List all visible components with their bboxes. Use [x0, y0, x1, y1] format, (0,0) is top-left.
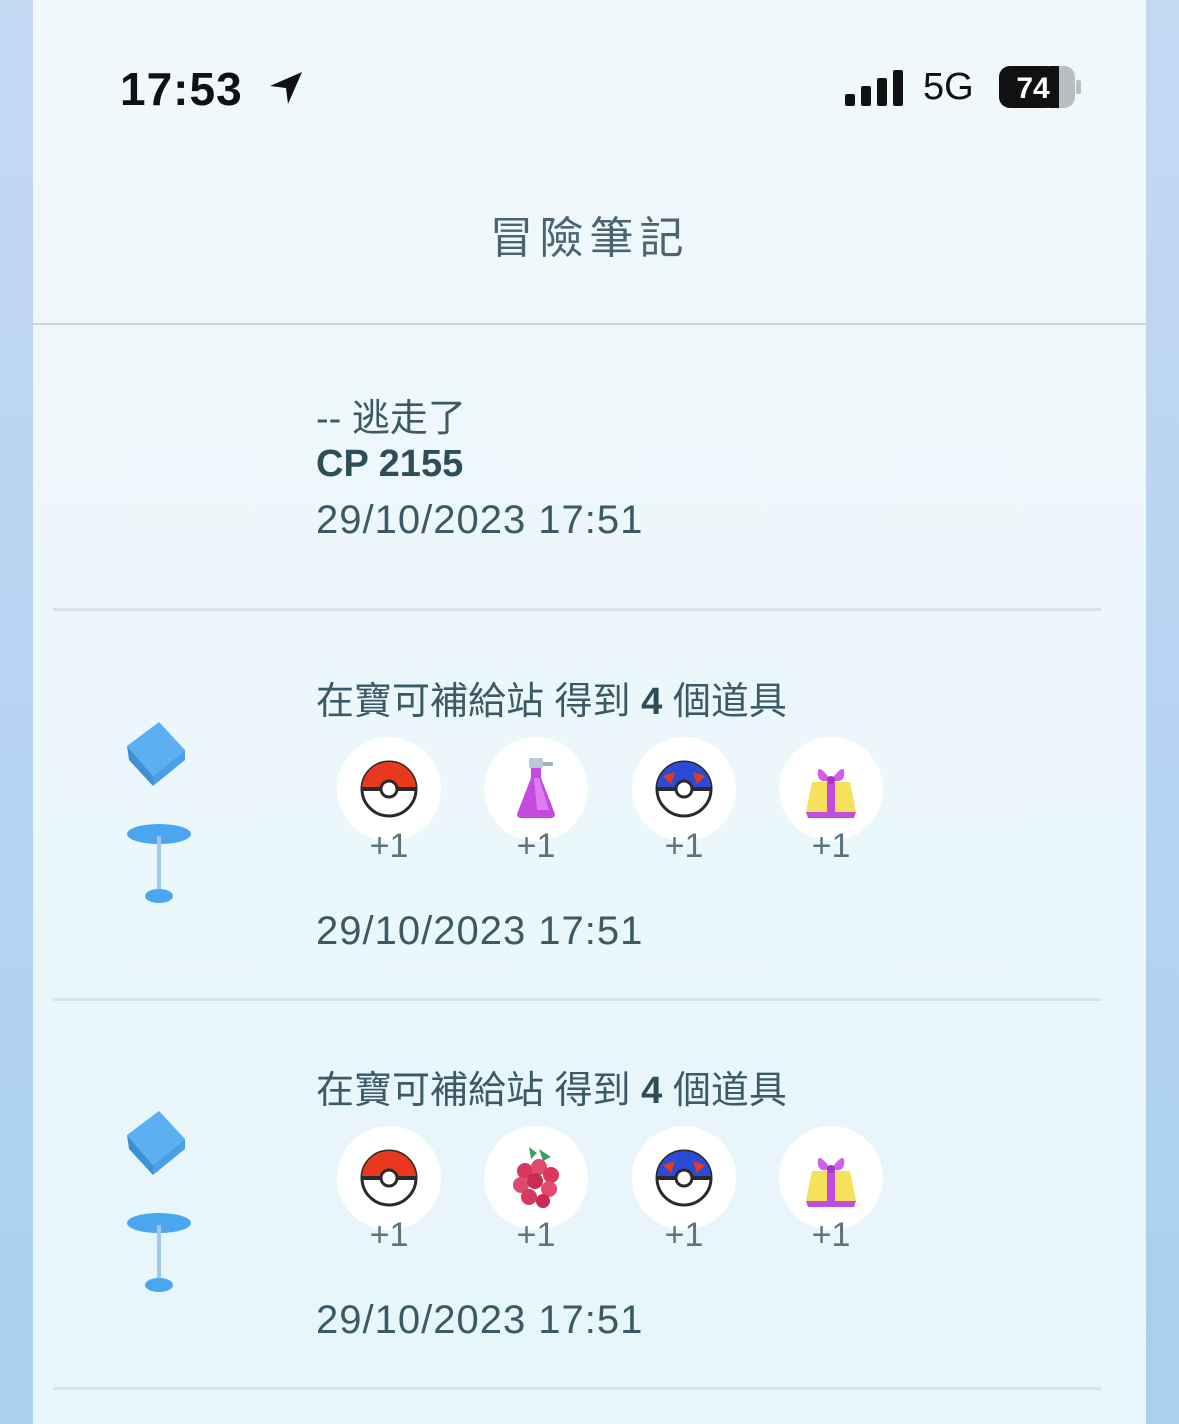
- reward-item: +1: [779, 1126, 883, 1256]
- reward-qty: +1: [664, 827, 704, 865]
- entry-divider: [53, 608, 1101, 611]
- signal-strength-icon: [845, 70, 903, 106]
- journal-entry-pokestop[interactable]: 在寶可補給站 得到 4 個道具 +1 +1 +1 +1 29/10/2023 1…: [33, 1001, 1146, 1391]
- poke-ball-icon: [354, 1143, 424, 1213]
- entry-date: 29/10/2023 17:51: [316, 1298, 644, 1342]
- reward-item: +1: [484, 1126, 588, 1256]
- cp-value: 2155: [378, 443, 464, 485]
- entry-title-prefix: 在寶可補給站 得到: [316, 681, 631, 723]
- reward-item: +1: [484, 737, 588, 867]
- adventure-journal-panel: 17:53 5G 74 冒險筆記 -- 逃走了 CP 2155 29/10/20…: [33, 0, 1146, 1424]
- potion-icon: [501, 754, 571, 824]
- entry-divider: [53, 1387, 1101, 1390]
- reward-qty: +1: [369, 827, 409, 865]
- razz-berry-icon: [501, 1143, 571, 1213]
- great-ball-icon: [649, 1143, 719, 1213]
- gift-icon: [796, 1143, 866, 1213]
- reward-qty: +1: [664, 1216, 704, 1254]
- great-ball-icon: [649, 754, 719, 824]
- reward-item: +1: [779, 737, 883, 867]
- network-type: 5G: [923, 66, 974, 108]
- page-title: 冒險筆記: [489, 214, 690, 263]
- entry-title-prefix: 在寶可補給站 得到: [316, 1070, 631, 1112]
- battery-level: 74: [1016, 72, 1050, 105]
- entry-title-suffix: 個道具: [672, 1070, 787, 1112]
- poke-ball-icon: [354, 754, 424, 824]
- entry-status-text: -- 逃走了: [316, 398, 466, 440]
- reward-item: +1: [337, 737, 441, 867]
- entry-date: 29/10/2023 17:51: [316, 909, 644, 953]
- entry-title: 在寶可補給站 得到 4 個道具: [316, 670, 787, 725]
- battery-icon: 74: [999, 66, 1081, 108]
- entry-date: 29/10/2023 17:51: [316, 498, 644, 542]
- location-arrow-icon: [270, 72, 302, 104]
- entry-item-count: 4: [641, 1070, 663, 1112]
- gift-icon: [796, 754, 866, 824]
- pokestop-icon: [119, 710, 199, 910]
- status-time: 17:53: [120, 63, 243, 115]
- reward-qty: +1: [369, 1216, 409, 1254]
- pokestop-icon: [119, 1099, 199, 1299]
- journal-entry-fled[interactable]: -- 逃走了 CP 2155 29/10/2023 17:51: [33, 325, 1146, 615]
- cp-label: CP: [316, 443, 369, 485]
- journal-entry-pokestop[interactable]: 在寶可補給站 得到 4 個道具 +1 +1 +1 +1 29/10/2023 1…: [33, 612, 1146, 1002]
- reward-qty: +1: [811, 1216, 851, 1254]
- reward-item: +1: [632, 737, 736, 867]
- entry-cp: CP 2155: [316, 443, 463, 486]
- reward-qty: +1: [516, 827, 556, 865]
- reward-qty: +1: [811, 827, 851, 865]
- reward-qty: +1: [516, 1216, 556, 1254]
- entry-title: 在寶可補給站 得到 4 個道具: [316, 1059, 787, 1114]
- entry-item-count: 4: [641, 681, 663, 723]
- entry-title-suffix: 個道具: [672, 681, 787, 723]
- reward-item: +1: [337, 1126, 441, 1256]
- reward-item: +1: [632, 1126, 736, 1256]
